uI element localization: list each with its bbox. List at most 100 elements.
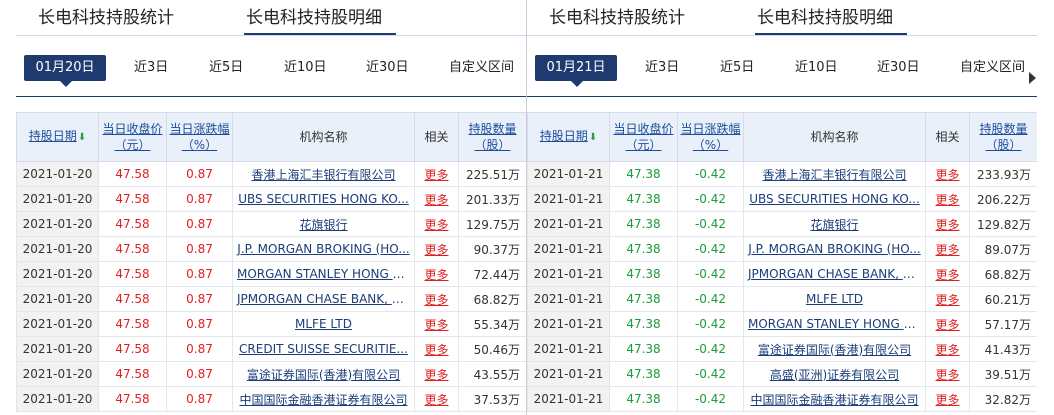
header-change-pct[interactable]: 当日涨跌幅 （%） — [166, 112, 233, 162]
date-range-button[interactable]: 近5日 — [720, 55, 754, 81]
date-selected-button[interactable]: 01月21日 — [535, 55, 617, 87]
table-row: 2021-01-21 47.38 -0.42 MORGAN STANLEY HONG … — [527, 311, 1037, 337]
cell-change-pct: -0.42 — [677, 261, 744, 287]
date-range-button[interactable]: 近3日 — [134, 55, 168, 81]
cell-more-link[interactable]: 更多 — [414, 336, 459, 362]
header-change-pct-unit[interactable]: （%） — [693, 138, 728, 152]
cell-more-link[interactable]: 更多 — [414, 211, 459, 237]
cell-institution-link[interactable]: 中国国际金融香港证券有限公司 — [232, 386, 415, 412]
cell-close-price: 47.58 — [98, 311, 167, 337]
date-range-button[interactable]: 自定义区间 — [960, 55, 1025, 81]
cell-more-link[interactable]: 更多 — [414, 311, 459, 337]
header-close-price-unit[interactable]: （元） — [114, 138, 150, 152]
cell-institution-link[interactable]: MLFE LTD — [743, 286, 926, 312]
scroll-right-arrow-icon[interactable] — [1029, 72, 1037, 84]
header-date[interactable]: 持股日期⬇ — [16, 112, 99, 162]
cell-date: 2021-01-20 — [16, 336, 99, 362]
header-close-price-label[interactable]: 当日收盘价 — [102, 122, 162, 136]
date-range-button[interactable]: 近3日 — [645, 55, 679, 81]
date-range-button[interactable]: 近10日 — [795, 55, 838, 81]
table-row: 2021-01-20 47.58 0.87 J.P. MORGAN BROKING (… — [16, 236, 526, 262]
cell-institution-link[interactable]: UBS SECURITIES HONG KO... — [743, 186, 926, 212]
cell-more-link[interactable]: 更多 — [925, 386, 970, 412]
cell-more-link[interactable]: 更多 — [925, 161, 970, 187]
cell-change-pct: 0.87 — [166, 161, 233, 187]
cell-more-link[interactable]: 更多 — [414, 361, 459, 387]
cell-more-link[interactable]: 更多 — [925, 286, 970, 312]
cell-institution-link[interactable]: 花旗银行 — [743, 211, 926, 237]
cell-date: 2021-01-20 — [16, 211, 99, 237]
date-range-button[interactable]: 近30日 — [366, 55, 409, 81]
header-quantity-label[interactable]: 持股数量 — [979, 122, 1027, 136]
cell-institution-link[interactable]: 花旗银行 — [232, 211, 415, 237]
cell-institution-link[interactable]: 中国国际金融香港证券有限公司 — [743, 386, 926, 412]
cell-quantity: 41.43万 — [969, 336, 1037, 362]
cell-institution-link[interactable]: CREDIT SUISSE SECURITIE... — [232, 336, 415, 362]
cell-institution-link[interactable]: JPMORGAN CHASE BANK, N... — [232, 286, 415, 312]
cell-institution-link[interactable]: 富途证券国际(香港)有限公司 — [743, 336, 926, 362]
cell-institution-link[interactable]: MORGAN STANLEY HONG K... — [232, 261, 415, 287]
table-row: 2021-01-20 47.58 0.87 MLFE LTD 更多 55.34万 — [16, 311, 526, 337]
cell-more-link[interactable]: 更多 — [925, 336, 970, 362]
cell-more-link[interactable]: 更多 — [925, 311, 970, 337]
header-date[interactable]: 持股日期⬇ — [527, 112, 610, 162]
date-range-button[interactable]: 自定义区间 — [449, 55, 514, 81]
cell-quantity: 57.17万 — [969, 311, 1037, 337]
cell-institution-link[interactable]: UBS SECURITIES HONG KO... — [232, 186, 415, 212]
cell-institution-link[interactable]: 富途证券国际(香港)有限公司 — [232, 361, 415, 387]
cell-institution-link[interactable]: MORGAN STANLEY HONG K... — [743, 311, 926, 337]
table-row: 2021-01-21 47.38 -0.42 香港上海汇丰银行有限公司 更多 233.93… — [527, 161, 1037, 187]
cell-more-link[interactable]: 更多 — [414, 261, 459, 287]
cell-date: 2021-01-20 — [16, 286, 99, 312]
cell-institution-link[interactable]: 香港上海汇丰银行有限公司 — [232, 161, 415, 187]
cell-more-link[interactable]: 更多 — [925, 261, 970, 287]
cell-quantity: 32.82万 — [969, 386, 1037, 412]
cell-institution-link[interactable]: J.P. MORGAN BROKING (HO... — [232, 236, 415, 262]
tab-holding-statistics[interactable]: 长电科技持股统计 — [549, 6, 685, 30]
header-quantity-unit[interactable]: （股） — [474, 138, 510, 152]
header-quantity-unit[interactable]: （股） — [985, 138, 1021, 152]
header-quantity[interactable]: 持股数量 （股） — [969, 112, 1037, 162]
header-close-price-unit[interactable]: （元） — [625, 138, 661, 152]
cell-more-link[interactable]: 更多 — [414, 236, 459, 262]
cell-institution-link[interactable]: 高盛(亚洲)证券有限公司 — [743, 361, 926, 387]
header-close-price-label[interactable]: 当日收盘价 — [613, 122, 673, 136]
header-change-pct-label[interactable]: 当日涨跌幅 — [680, 122, 740, 136]
header-change-pct-label[interactable]: 当日涨跌幅 — [169, 122, 229, 136]
header-change-pct-unit[interactable]: （%） — [182, 138, 217, 152]
date-range-button[interactable]: 近10日 — [284, 55, 327, 81]
cell-date: 2021-01-20 — [16, 386, 99, 412]
cell-more-link[interactable]: 更多 — [925, 236, 970, 262]
cell-institution-link[interactable]: J.P. MORGAN BROKING (HO... — [743, 236, 926, 262]
cell-change-pct: 0.87 — [166, 336, 233, 362]
header-related: 相关 — [925, 112, 970, 162]
date-range-button[interactable]: 近5日 — [209, 55, 243, 81]
header-quantity-label[interactable]: 持股数量 — [468, 122, 516, 136]
date-selected-button[interactable]: 01月20日 — [24, 55, 106, 87]
cell-more-link[interactable]: 更多 — [414, 186, 459, 212]
sort-date-link[interactable]: 持股日期 — [540, 129, 588, 143]
cell-change-pct: 0.87 — [166, 261, 233, 287]
cell-more-link[interactable]: 更多 — [925, 186, 970, 212]
header-change-pct[interactable]: 当日涨跌幅 （%） — [677, 112, 744, 162]
cell-institution-link[interactable]: 香港上海汇丰银行有限公司 — [743, 161, 926, 187]
cell-institution-link[interactable]: JPMORGAN CHASE BANK, N... — [743, 261, 926, 287]
date-range-button[interactable]: 近30日 — [877, 55, 920, 81]
header-close-price[interactable]: 当日收盘价 （元） — [609, 112, 678, 162]
cell-more-link[interactable]: 更多 — [925, 211, 970, 237]
sort-date-link[interactable]: 持股日期 — [29, 129, 77, 143]
cell-date: 2021-01-21 — [527, 236, 610, 262]
cell-more-link[interactable]: 更多 — [925, 361, 970, 387]
cell-more-link[interactable]: 更多 — [414, 286, 459, 312]
cell-change-pct: -0.42 — [677, 386, 744, 412]
header-quantity[interactable]: 持股数量 （股） — [458, 112, 526, 162]
cell-institution-link[interactable]: MLFE LTD — [232, 311, 415, 337]
tab-holding-statistics[interactable]: 长电科技持股统计 — [38, 6, 174, 30]
header-close-price[interactable]: 当日收盘价 （元） — [98, 112, 167, 162]
cell-more-link[interactable]: 更多 — [414, 161, 459, 187]
tab-holding-details[interactable]: 长电科技持股明细 — [755, 6, 907, 36]
date-filter-underline — [527, 96, 1037, 97]
cell-more-link[interactable]: 更多 — [414, 386, 459, 412]
left-holdings-table: 持股日期⬇ 当日收盘价 （元） 当日涨跌幅 （%） 机构名称 相关 持股数量 （股） 2021-0… — [16, 112, 526, 412]
tab-holding-details[interactable]: 长电科技持股明细 — [244, 6, 396, 36]
